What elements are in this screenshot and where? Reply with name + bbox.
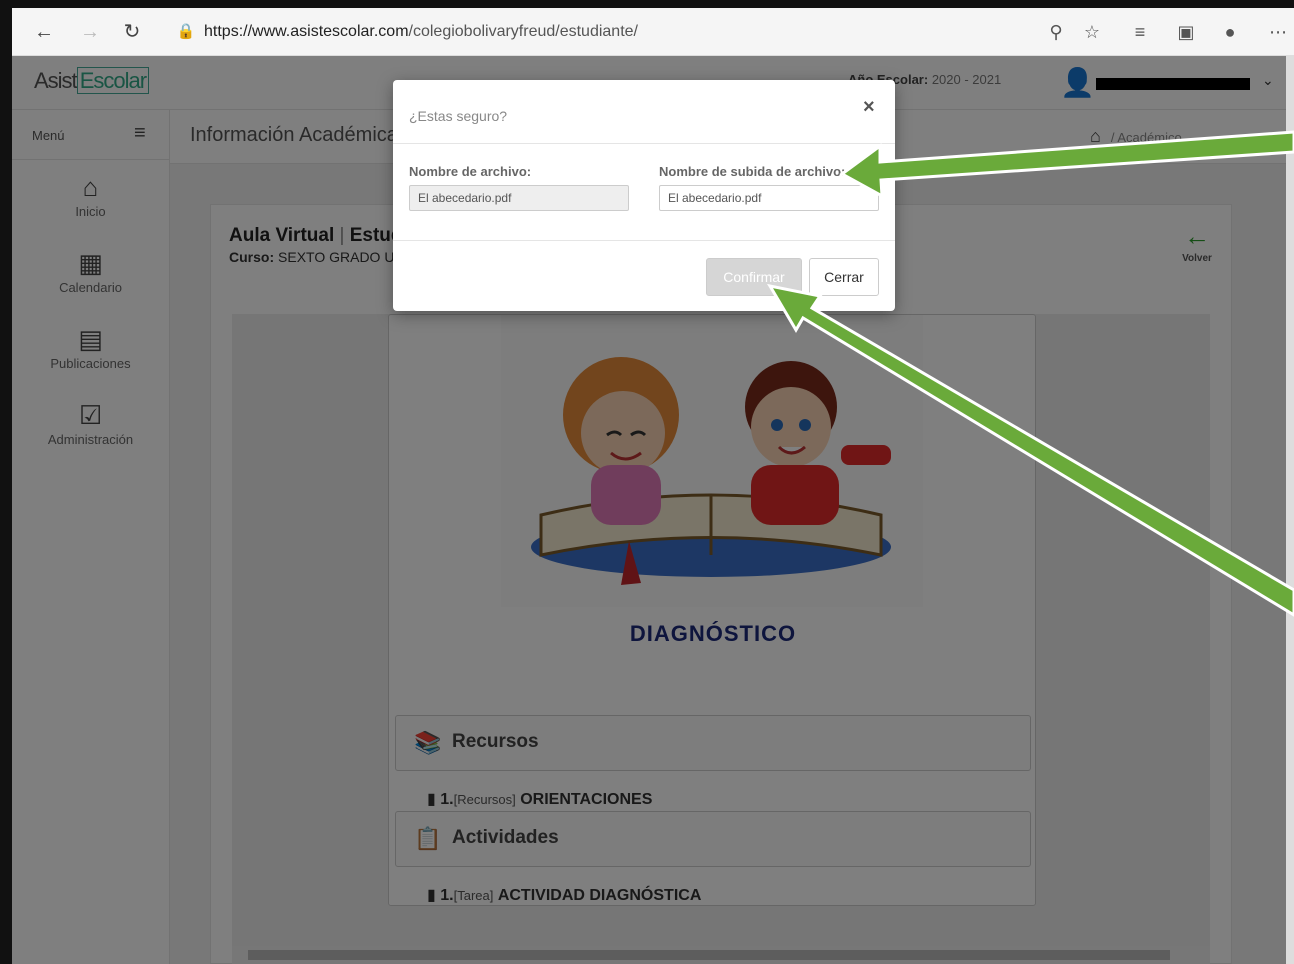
arrow-to-confirm-button xyxy=(766,283,1294,617)
arrow-to-upload-name xyxy=(839,130,1294,199)
browser-window: ← → ↻ 🔒 https://www.asistescolar.com/col… xyxy=(0,0,1294,964)
annotation-arrows xyxy=(766,130,1294,617)
